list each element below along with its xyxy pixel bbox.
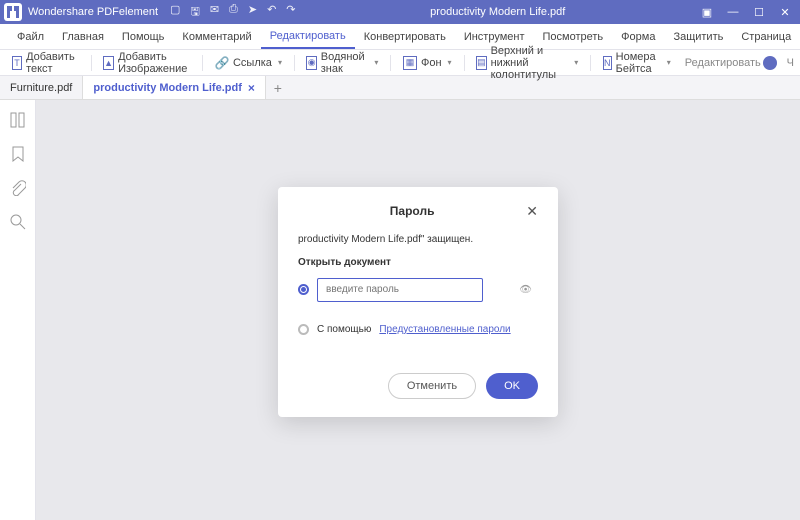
watermark-button[interactable]: ◉Водяной знак▾ bbox=[300, 53, 384, 73]
header-footer-button[interactable]: ▤Верхний и нижний колонтитулы▾ bbox=[470, 53, 584, 73]
chevron-down-icon: ▾ bbox=[667, 58, 671, 67]
edit-mode-label: Редактировать bbox=[685, 57, 761, 69]
app-logo bbox=[4, 3, 22, 21]
undo-icon[interactable]: ↶ bbox=[267, 3, 276, 22]
redo-icon[interactable]: ↷ bbox=[286, 3, 295, 22]
menu-file[interactable]: Файл bbox=[8, 24, 53, 49]
headerfooter-icon: ▤ bbox=[476, 56, 487, 70]
more-label: Ч bbox=[787, 57, 794, 69]
dialog-title: Пароль bbox=[298, 204, 526, 218]
app-name: Wondershare PDFelement bbox=[28, 6, 158, 18]
chevron-down-icon: ▾ bbox=[374, 58, 378, 67]
menu-edit[interactable]: Редактировать bbox=[261, 24, 355, 49]
chevron-down-icon: ▾ bbox=[574, 58, 578, 67]
menu-protect[interactable]: Защитить bbox=[664, 24, 732, 49]
bookmark-icon[interactable] bbox=[10, 146, 26, 162]
watermark-icon: ◉ bbox=[306, 56, 316, 70]
attachment-icon[interactable] bbox=[10, 180, 26, 196]
menu-home[interactable]: Главная bbox=[53, 24, 113, 49]
titlebar-quick-icons: ▢ 🖫 ✉ ⎙ ➤ ↶ ↷ bbox=[170, 3, 295, 22]
edit-mode-toggle[interactable] bbox=[765, 58, 777, 68]
document-title: productivity Modern Life.pdf bbox=[296, 6, 701, 18]
radio-password[interactable] bbox=[298, 284, 309, 295]
add-image-button[interactable]: ▲Добавить Изображение bbox=[97, 53, 196, 73]
password-input[interactable] bbox=[317, 278, 483, 302]
preset-passwords-link[interactable]: Предустановленные пароли bbox=[379, 324, 510, 335]
menu-help[interactable]: Помощь bbox=[113, 24, 174, 49]
help-label: С помощью bbox=[317, 324, 371, 335]
menu-page[interactable]: Страница bbox=[732, 24, 800, 49]
eye-icon[interactable]: 👁 bbox=[519, 284, 532, 295]
password-dialog: Пароль ✕ productivity Modern Life.pdf" з… bbox=[278, 187, 558, 417]
folder-icon[interactable]: ▢ bbox=[170, 3, 180, 22]
background-button[interactable]: ▦Фон▾ bbox=[397, 53, 458, 73]
image-icon: ▲ bbox=[103, 56, 114, 70]
ok-button[interactable]: OK bbox=[486, 373, 538, 399]
menu-form[interactable]: Форма bbox=[612, 24, 664, 49]
print-icon[interactable]: ⎙ bbox=[229, 3, 238, 22]
window-tile-icon[interactable]: ▣ bbox=[700, 6, 714, 19]
search-icon[interactable] bbox=[10, 214, 26, 230]
document-canvas: Пароль ✕ productivity Modern Life.pdf" з… bbox=[36, 100, 800, 520]
radio-preset[interactable] bbox=[298, 324, 309, 335]
maximize-icon[interactable]: ☐ bbox=[752, 6, 766, 19]
bates-icon: N bbox=[603, 56, 612, 70]
mail-icon[interactable]: ✉ bbox=[210, 3, 219, 22]
close-icon[interactable]: ✕ bbox=[778, 6, 792, 19]
link-icon: 🔗 bbox=[215, 56, 229, 70]
background-icon: ▦ bbox=[403, 56, 417, 70]
tab-productivity[interactable]: productivity Modern Life.pdf× bbox=[83, 76, 266, 99]
tab-close-icon[interactable]: × bbox=[248, 81, 255, 95]
bates-button[interactable]: NНомера Бейтса▾ bbox=[597, 53, 677, 73]
menu-comment[interactable]: Комментарий bbox=[173, 24, 260, 49]
link-button[interactable]: 🔗Ссылка▾ bbox=[209, 53, 288, 73]
thumbnails-icon[interactable] bbox=[10, 112, 26, 128]
add-text-button[interactable]: TДобавить текст bbox=[6, 53, 85, 73]
tab-furniture[interactable]: Furniture.pdf bbox=[0, 76, 83, 99]
cancel-button[interactable]: Отменить bbox=[388, 373, 476, 399]
save-icon[interactable]: 🖫 bbox=[190, 3, 199, 22]
minimize-icon[interactable]: ― bbox=[726, 6, 740, 18]
cursor-icon[interactable]: ➤ bbox=[248, 3, 257, 22]
add-tab-button[interactable]: + bbox=[266, 80, 290, 96]
chevron-down-icon: ▾ bbox=[278, 58, 282, 67]
dialog-message: productivity Modern Life.pdf" защищен. bbox=[298, 234, 538, 245]
chevron-down-icon: ▾ bbox=[448, 58, 452, 67]
menu-convert[interactable]: Конвертировать bbox=[355, 24, 455, 49]
text-icon: T bbox=[12, 56, 22, 70]
dialog-subtitle: Открыть документ bbox=[298, 257, 538, 268]
dialog-close-icon[interactable]: ✕ bbox=[526, 203, 538, 220]
